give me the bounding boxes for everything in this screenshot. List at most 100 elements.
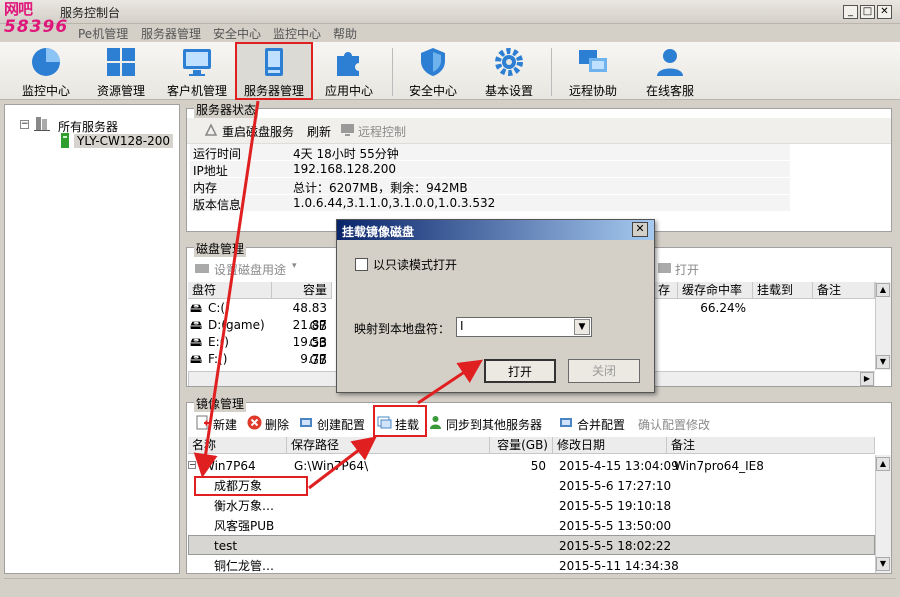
sync-servers-button[interactable]: 同步到其他服务器 — [446, 416, 542, 433]
disk-list-right — [656, 299, 875, 371]
new-icon — [196, 415, 209, 430]
image-name[interactable]: 风客强PUB — [214, 517, 274, 535]
menu-client[interactable]: Pe机管理 — [78, 25, 128, 42]
delete-image-button[interactable]: 删除 — [265, 416, 289, 433]
confirm-config-button[interactable]: 确认配置修改 — [638, 416, 710, 433]
refresh-button[interactable]: 刷新 — [307, 123, 331, 140]
status-bar — [4, 578, 896, 594]
col-path[interactable]: 保存路径 — [287, 437, 490, 454]
disk-drive[interactable]: E:() — [208, 333, 229, 351]
server-tree — [4, 104, 180, 574]
scroll-right-icon[interactable]: ▶ — [860, 372, 874, 386]
scroll-down-icon[interactable]: ▼ — [876, 355, 890, 369]
open-disk-button[interactable]: 打开 — [675, 261, 699, 278]
toolbar-remote-button[interactable]: 远程协助 — [556, 44, 630, 100]
mount-icon — [377, 416, 392, 429]
toolbar-settings-button[interactable]: 基本设置 — [472, 44, 546, 100]
col-name[interactable]: 名称 — [188, 437, 287, 454]
col-size[interactable]: 容量 — [272, 282, 332, 299]
menu-help[interactable]: 帮助 — [333, 25, 357, 42]
col-note[interactable]: 备注 — [813, 282, 875, 299]
restart-icon — [204, 123, 218, 136]
toolbar-server-button[interactable]: 服务器管理 — [237, 44, 311, 100]
disk-drive-icon: 🖴 — [190, 301, 203, 315]
expand-toggle[interactable]: − — [188, 461, 196, 469]
merge-config-button[interactable]: 合并配置 — [577, 416, 625, 433]
remote-control-button[interactable]: 远程控制 — [358, 123, 406, 140]
image-date: 2015-4-15 13:04:09 — [559, 459, 679, 473]
chevron-down-icon[interactable]: ▼ — [574, 319, 590, 335]
delete-icon — [247, 415, 262, 430]
image-date: 2015-5-5 19:10:18 — [559, 499, 672, 513]
disk-size: 19.53 GB — [292, 335, 327, 367]
create-config-button[interactable]: 创建配置 — [317, 416, 365, 433]
scroll-down-icon[interactable]: ▼ — [876, 557, 890, 571]
puzzle-icon — [337, 52, 359, 76]
drive-letter-select[interactable] — [456, 317, 592, 337]
col-hit-rate[interactable]: 缓存命中率 — [678, 282, 753, 299]
tree-collapse-toggle[interactable]: − — [20, 120, 29, 129]
minimize-button[interactable]: _ — [843, 5, 858, 19]
image-path: G:\Win7P64\ — [294, 459, 369, 473]
menu-security[interactable]: 安全中心 — [213, 25, 261, 42]
menu-monitor[interactable]: 监控中心 — [273, 25, 321, 42]
grid-icon — [107, 48, 135, 76]
create-config-icon — [300, 418, 312, 427]
remote-icon — [579, 50, 607, 72]
server-status-title: 服务器状态 — [194, 101, 259, 118]
image-name[interactable]: test — [214, 537, 237, 555]
menu-server[interactable]: 服务器管理 — [141, 25, 201, 42]
close-dialog-button[interactable]: 关闭 — [568, 359, 640, 383]
new-image-button[interactable]: 新建 — [213, 416, 237, 433]
image-date: 2015-5-6 17:27:10 — [559, 479, 672, 493]
toolbar-apps-button[interactable]: 应用中心 — [312, 44, 386, 100]
toolbar-clients-button[interactable]: 客户机管理 — [160, 44, 234, 100]
restart-disk-service-button[interactable]: 重启磁盘服务 — [222, 123, 294, 140]
mount-button[interactable]: 挂载 — [395, 416, 419, 433]
tree-server-node[interactable]: YLY-CW128-200 — [74, 134, 174, 148]
disk-drive-icon: 🖴 — [190, 318, 203, 332]
disk-drive[interactable]: C:() — [208, 299, 230, 317]
image-management-title: 镜像管理 — [194, 395, 247, 412]
dialog-close-icon[interactable]: ✕ — [632, 222, 648, 237]
watermark-logo: 网吧 — [4, 0, 33, 18]
disk-management-title: 磁盘管理 — [194, 240, 247, 257]
toolbar-monitor-button[interactable]: 监控中心 — [9, 44, 83, 100]
selected-row-highlight — [188, 535, 875, 555]
disk-usage-icon — [195, 264, 209, 273]
drive-letter-value: I — [460, 319, 464, 333]
col-mount[interactable]: 挂载到 — [753, 282, 813, 299]
readonly-checkbox[interactable] — [355, 258, 368, 271]
image-name[interactable]: 成都万象 — [214, 477, 262, 495]
remote-control-icon — [341, 124, 354, 136]
col-cache[interactable]: 存 — [654, 282, 678, 299]
toolbar-support-button[interactable]: 在线客服 — [633, 44, 707, 100]
open-button[interactable]: 打开 — [484, 359, 556, 383]
image-vertical-scrollbar[interactable] — [875, 455, 891, 573]
toolbar-separator — [551, 48, 552, 96]
scroll-up-icon[interactable]: ▲ — [876, 283, 890, 297]
col-modified[interactable]: 修改日期 — [553, 437, 667, 454]
col-drive[interactable]: 盘符 — [188, 282, 272, 299]
disk-drive[interactable]: F:() — [208, 350, 227, 368]
col-capacity[interactable]: 容量(GB) — [490, 437, 553, 454]
set-disk-usage-button[interactable]: 设置磁盘用途 — [214, 261, 286, 278]
user-icon — [657, 49, 683, 76]
status-row: 内存 总计：6207MB，剩余：942MB — [190, 178, 790, 195]
col-remark[interactable]: 备注 — [667, 437, 875, 454]
scroll-up-icon[interactable]: ▲ — [876, 457, 890, 471]
dropdown-arrow-icon: ▾ — [292, 261, 297, 271]
toolbar-resources-button[interactable]: 资源管理 — [84, 44, 158, 100]
disk-size: 21.87 GB — [292, 318, 327, 350]
image-name[interactable]: 铜仁龙管… — [214, 557, 274, 575]
maximize-button[interactable]: □ — [860, 5, 875, 19]
image-name[interactable]: 衡水万象… — [214, 497, 274, 515]
close-button[interactable]: ✕ — [877, 5, 892, 19]
status-row: 运行时间 4天 18小时 55分钟 — [190, 144, 790, 161]
disk-hit-rate: 66.24% — [700, 301, 746, 315]
disk-drive[interactable]: D:(game) — [208, 316, 265, 334]
toolbar-security-button[interactable]: 安全中心 — [396, 44, 470, 100]
image-name[interactable]: Win7P64 — [203, 457, 256, 475]
image-note: Win7pro64_IE8 — [674, 459, 764, 473]
map-drive-label: 映射到本地盘符： — [354, 322, 451, 336]
